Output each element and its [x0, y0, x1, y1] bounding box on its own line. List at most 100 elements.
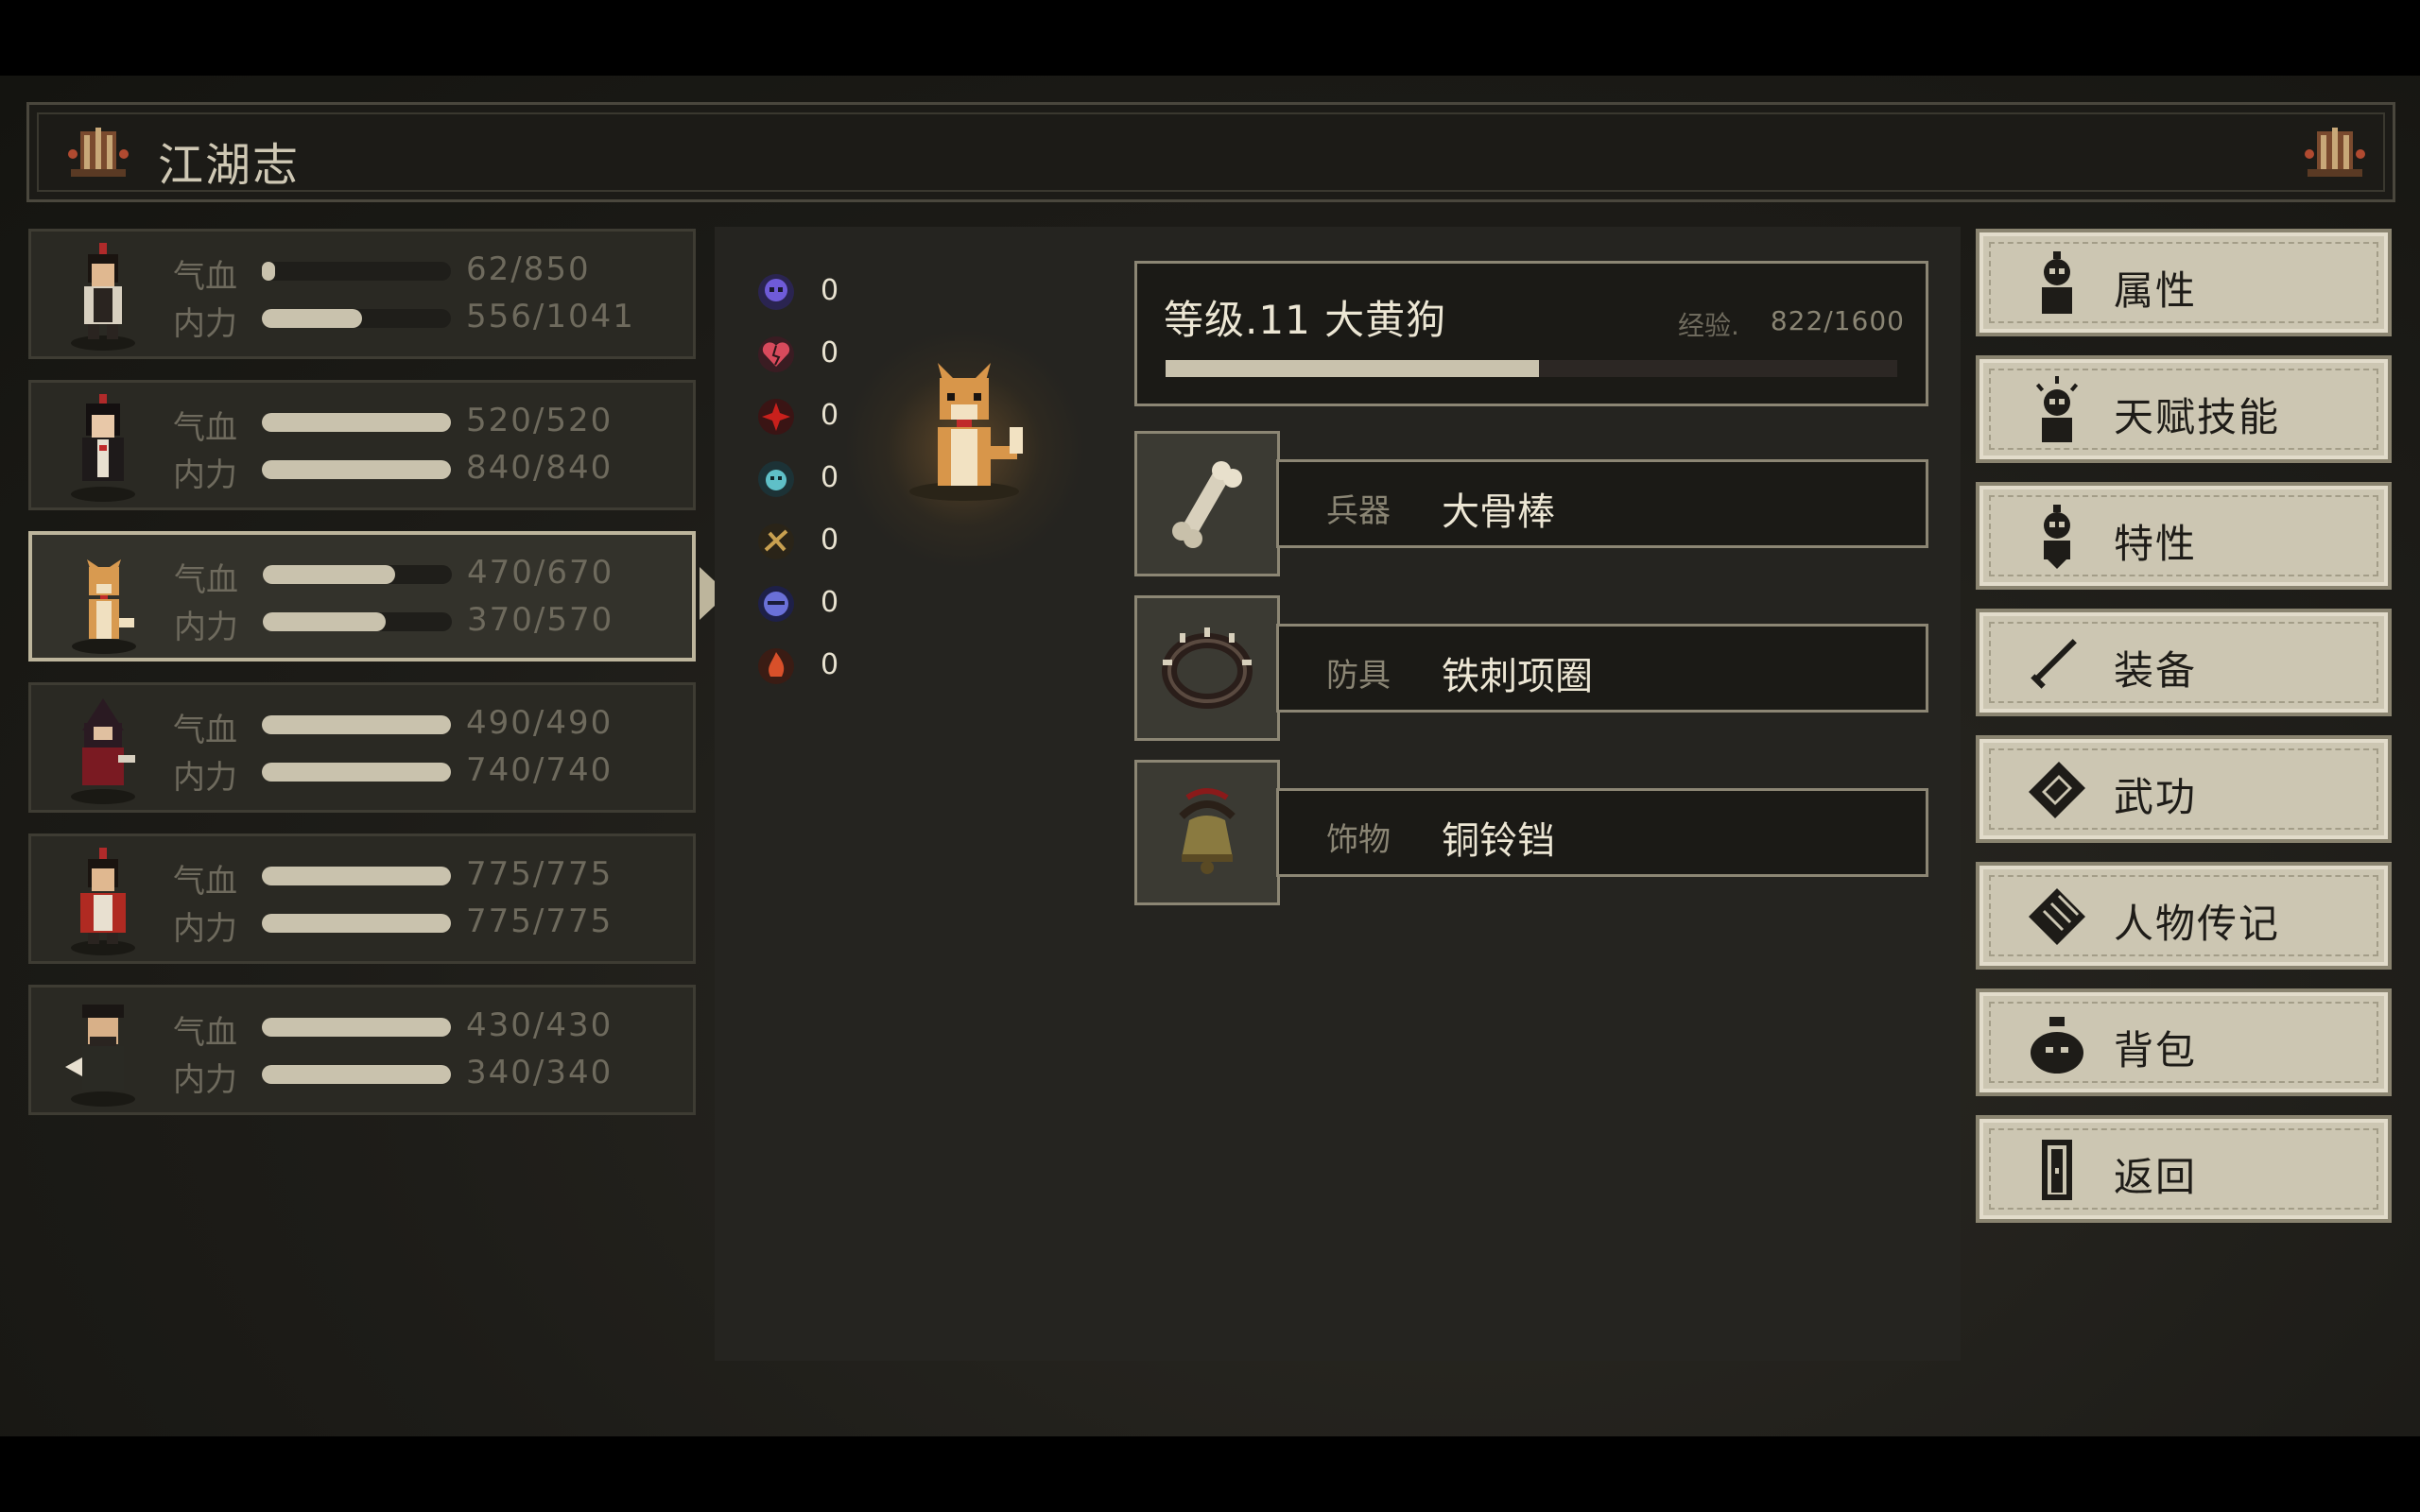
menu-label: 属性 — [2114, 267, 2198, 314]
letterbox-top — [0, 0, 2420, 76]
hp-value: 775/775 — [466, 855, 614, 893]
mp-value: 775/775 — [466, 902, 614, 940]
party-member-card[interactable]: 气血 62/850 内力 556/1041 — [28, 229, 696, 359]
menu-button-traits[interactable]: 特性 — [1976, 482, 2392, 590]
equip-item-name: 大骨棒 — [1442, 490, 1555, 534]
menu-button-attributes[interactable]: 属性 — [1976, 229, 2392, 336]
equip-icon-frame[interactable] — [1134, 431, 1280, 576]
resistance-value: 0 — [821, 648, 839, 681]
hp-label: 气血 — [173, 712, 237, 749]
spiked-collar-icon — [1162, 627, 1253, 709]
equip-slot-armor[interactable]: 防具 铁刺项圈 — [1134, 595, 1928, 743]
menu-label: 特性 — [2114, 521, 2198, 567]
equip-info-bar[interactable]: 防具 铁刺项圈 — [1276, 624, 1928, 713]
mp-bar-fill — [263, 612, 386, 631]
resistance-face: 0 — [756, 584, 870, 626]
hp-bar — [262, 715, 451, 734]
equip-slot-label: 防具 — [1326, 657, 1391, 695]
resistance-skull: 0 — [756, 272, 870, 314]
level-exp-panel: 等级.11 大黄狗 经验. 822/1600 — [1134, 261, 1928, 406]
party-member-card[interactable]: 气血 430/430 内力 340/340 — [28, 985, 696, 1115]
menu-button-talents[interactable]: 天赋技能 — [1976, 355, 2392, 463]
mp-value: 740/740 — [466, 751, 614, 789]
hp-bar-fill — [262, 1018, 451, 1037]
party-member-card-selected[interactable]: 气血 470/670 内力 370/570 — [28, 531, 696, 662]
resistance-value: 0 — [821, 399, 839, 432]
menu-button-return[interactable]: 返回 — [1976, 1115, 2392, 1223]
crest-icon — [2305, 128, 2365, 177]
bag-icon — [2031, 1017, 2083, 1074]
menu-label: 返回 — [2114, 1154, 2198, 1200]
menu-label: 背包 — [2114, 1027, 2198, 1074]
equip-slot-accessory[interactable]: 饰物 铜铃铛 — [1134, 760, 1928, 907]
mp-bar — [262, 460, 451, 479]
mp-bar — [262, 763, 451, 782]
page-title: 江湖志 — [158, 139, 301, 192]
hp-label: 气血 — [173, 1014, 237, 1052]
hp-label: 气血 — [173, 863, 237, 901]
party-member-card[interactable]: 气血 520/520 内力 840/840 — [28, 380, 696, 510]
trait-icon — [2044, 505, 2070, 569]
face-icon — [758, 586, 794, 622]
mp-bar — [263, 612, 452, 631]
title-bar: 江湖志 — [26, 102, 2395, 202]
resistance-value: 0 — [821, 524, 839, 557]
mp-label: 内力 — [173, 1061, 237, 1099]
dog-sprite-icon — [909, 363, 1023, 501]
menu-label: 天赋技能 — [2114, 394, 2281, 440]
hp-value: 430/430 — [466, 1006, 614, 1044]
mp-label: 内力 — [174, 609, 238, 646]
party-member-card[interactable]: 气血 775/775 内力 775/775 — [28, 833, 696, 964]
mp-bar-fill — [262, 914, 451, 933]
skull-icon — [758, 274, 794, 310]
menu-button-equipment[interactable]: 装备 — [1976, 609, 2392, 716]
monk-portrait-icon — [71, 848, 135, 955]
menu-button-biography[interactable]: 人物传记 — [1976, 862, 2392, 970]
resistance-value: 0 — [821, 336, 839, 369]
mp-value: 840/840 — [466, 449, 614, 487]
scroll-icon — [2029, 888, 2085, 945]
equip-icon-frame[interactable] — [1134, 595, 1280, 741]
letterbox-bottom — [0, 1436, 2420, 1512]
hp-label: 气血 — [174, 561, 238, 599]
mp-bar — [262, 1065, 451, 1084]
mp-label: 内力 — [173, 910, 237, 948]
mp-value: 556/1041 — [466, 298, 635, 335]
spirit-icon — [758, 461, 794, 497]
book-icon — [2029, 762, 2085, 818]
hp-bar — [262, 413, 451, 432]
level-name-text: 等级.11 大黄狗 — [1164, 297, 1447, 343]
equip-info-bar[interactable]: 饰物 铜铃铛 — [1276, 788, 1928, 877]
hp-bar — [262, 1018, 451, 1037]
talent-icon — [2035, 376, 2079, 442]
menu-button-inventory[interactable]: 背包 — [1976, 988, 2392, 1096]
swordswoman-portrait-icon — [71, 394, 135, 502]
hp-bar — [262, 262, 451, 281]
warrior-portrait-icon — [71, 243, 135, 351]
mp-label: 内力 — [173, 759, 237, 797]
hooded-portrait-icon — [71, 698, 135, 804]
party-member-card[interactable]: 气血 490/490 内力 740/740 — [28, 682, 696, 813]
hp-bar-fill — [263, 565, 395, 584]
hp-value: 62/850 — [466, 250, 591, 288]
equip-icon-frame[interactable] — [1134, 760, 1280, 905]
exp-bar — [1166, 360, 1897, 377]
sword-icon — [2031, 639, 2077, 689]
spark-icon — [758, 399, 794, 435]
dog-portrait-icon — [72, 559, 136, 654]
crest-icon — [68, 128, 129, 177]
bell-icon — [1179, 788, 1236, 874]
menu-label: 人物传记 — [2114, 901, 2281, 947]
equip-info-bar[interactable]: 兵器 大骨棒 — [1276, 459, 1928, 548]
mp-bar — [262, 309, 451, 328]
scholar-portrait-icon — [65, 1005, 135, 1107]
resistance-flame: 0 — [756, 646, 870, 688]
hp-label: 气血 — [173, 258, 237, 296]
equip-slot-label: 兵器 — [1326, 492, 1391, 530]
whirl-icon — [758, 524, 794, 559]
mp-value: 370/570 — [467, 601, 614, 639]
equip-slot-weapon[interactable]: 兵器 大骨棒 — [1134, 431, 1928, 578]
resistance-value: 0 — [821, 274, 839, 307]
menu-button-martial-arts[interactable]: 武功 — [1976, 735, 2392, 843]
hp-value: 470/670 — [467, 554, 614, 592]
